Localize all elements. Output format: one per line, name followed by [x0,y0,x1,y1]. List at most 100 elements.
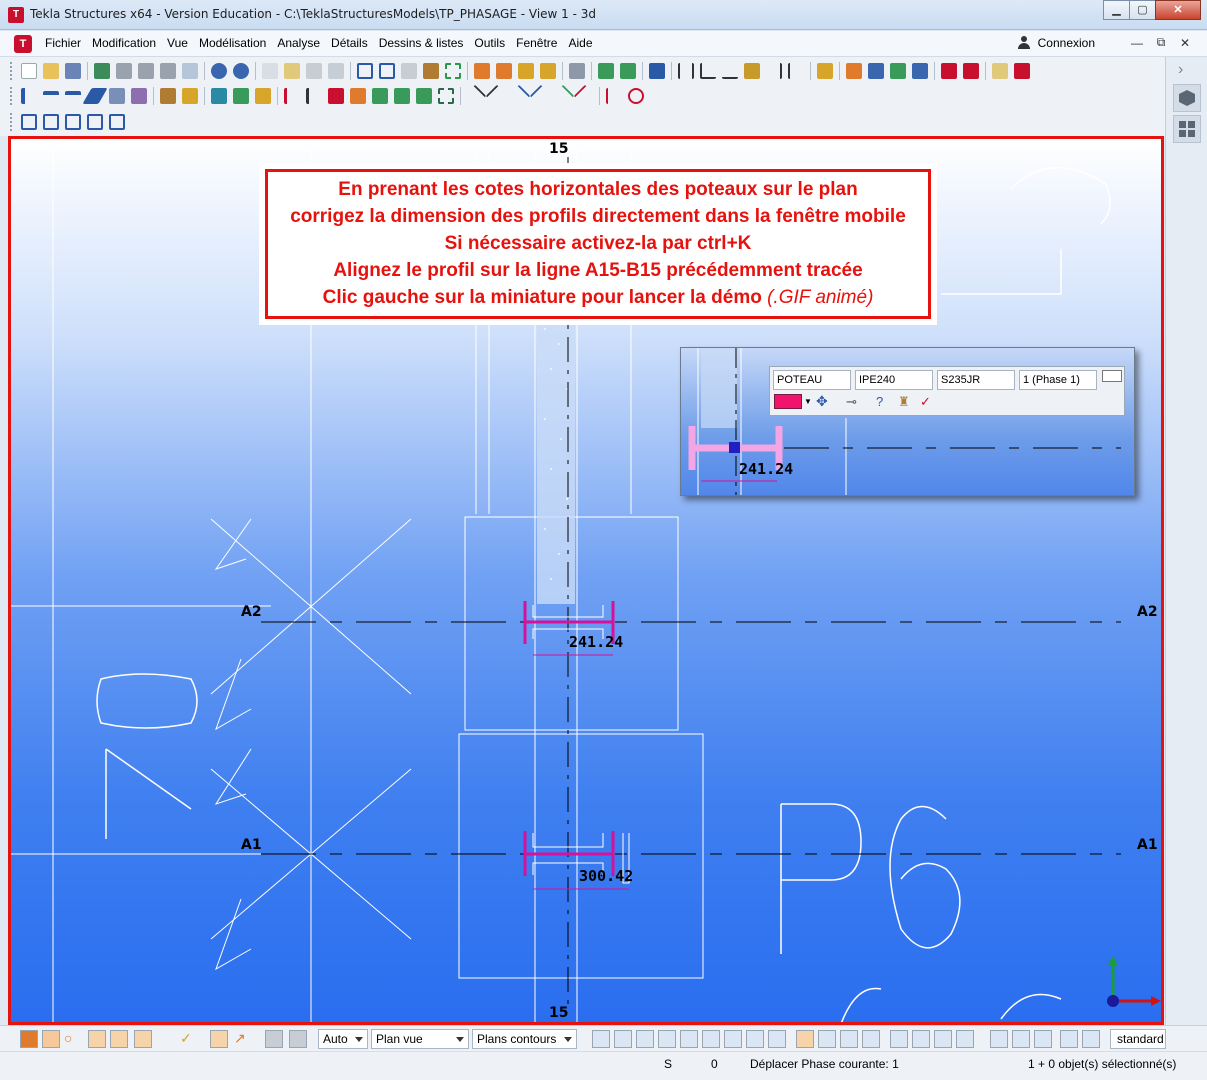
view-2-icon[interactable] [379,63,395,79]
toolbar-options-icon[interactable] [1102,370,1122,382]
mdi-close-button[interactable]: ✕ [1173,36,1197,50]
part-name-field[interactable]: POTEAU [773,370,851,390]
auto-select[interactable]: Auto [318,1029,368,1049]
snap-plane-3-icon[interactable] [912,1030,930,1048]
rebar-8-icon[interactable] [438,88,454,104]
snap-perpendicular-icon[interactable] [746,1030,764,1048]
snap-nearest-icon[interactable] [796,1030,814,1048]
instruction-box[interactable]: En prenant les cotes horizontales des po… [265,169,931,319]
menu-modelisation[interactable]: Modélisation [199,36,266,50]
snap-intersection-icon[interactable] [724,1030,742,1048]
toolbar-grip[interactable] [10,87,14,105]
snap-depth-5-icon[interactable] [1082,1030,1100,1048]
select-triangle-icon[interactable] [88,1030,106,1048]
snap-plane-2-icon[interactable] [890,1030,908,1048]
snap-depth-3-icon[interactable] [1034,1030,1052,1048]
chevron-right-icon[interactable]: › [1178,61,1183,79]
snap-geometry-icon[interactable] [614,1030,632,1048]
snap-icon[interactable] [598,63,614,79]
pick-icon[interactable] [817,63,833,79]
pointer-icon[interactable] [569,63,585,79]
component-icon[interactable] [233,88,249,104]
rebar-3-icon[interactable] [328,88,344,104]
rebar-5-icon[interactable] [372,88,388,104]
save-icon[interactable] [65,63,81,79]
part-icon[interactable] [518,63,534,79]
folder-icon[interactable] [992,63,1008,79]
snap-center-icon[interactable] [628,88,644,104]
select-filter-2-icon[interactable] [289,1030,307,1048]
rebar-2-icon[interactable] [306,88,322,104]
phase-3-icon[interactable] [890,63,906,79]
weld-icon[interactable] [474,63,490,79]
menu-modification[interactable]: Modification [92,36,156,50]
menu-dessins-listes[interactable]: Dessins & listes [379,36,464,50]
plans-contours-select[interactable]: Plans contours [472,1029,577,1049]
snap-grid-icon[interactable] [840,1030,858,1048]
rebar-6-icon[interactable] [394,88,410,104]
phase-field[interactable]: 1 (Phase 1) [1019,370,1097,390]
snap-end-icon[interactable] [658,1030,676,1048]
bolt-icon[interactable] [160,88,176,104]
close-button[interactable]: ✕ [1155,0,1201,20]
maximize-button[interactable]: ▢ [1129,0,1156,20]
weld-tool-icon[interactable] [182,88,198,104]
menu-analyse[interactable]: Analyse [277,36,320,50]
snap-reference-icon[interactable] [592,1030,610,1048]
model-3-icon[interactable] [160,63,176,79]
color-dropdown-arrow-icon[interactable]: ▼ [804,397,812,406]
snap-depth-2-icon[interactable] [1012,1030,1030,1048]
grid-icon[interactable] [211,88,227,104]
menu-fenetre[interactable]: Fenêtre [516,36,557,50]
weld-2-icon[interactable] [496,63,512,79]
slab-icon[interactable] [131,88,147,104]
rebar-icon[interactable] [284,88,300,104]
curved-beam-icon[interactable] [82,88,108,104]
toolbar-grip[interactable] [10,113,14,131]
select-filter-icon[interactable] [265,1030,283,1048]
plan-vue-select[interactable]: Plan vue [371,1029,469,1049]
model-viewport[interactable]: 15 15 A2 A2 A1 A1 241.24 300.42 En prena… [8,136,1164,1025]
tekla-app-icon[interactable]: T [8,7,24,23]
share-icon[interactable] [94,63,110,79]
phase-icon[interactable] [846,63,862,79]
mdi-restore-button[interactable]: ⧉ [1149,35,1173,50]
view-icon[interactable] [357,63,373,79]
report-icon[interactable] [328,63,344,79]
view-plane-icon[interactable] [21,114,37,130]
select-icon[interactable] [445,63,461,79]
open-icon[interactable] [43,63,59,79]
select-circle-icon[interactable]: ○ [64,1030,82,1048]
lock-icon[interactable] [941,63,957,79]
snap-depth-icon[interactable] [990,1030,1008,1048]
menu-fichier[interactable]: Fichier [45,36,81,50]
polybeam-icon[interactable] [65,91,81,107]
model-4-icon[interactable] [182,63,198,79]
material-field[interactable]: S235JR [937,370,1015,390]
snap-mid-icon[interactable] [702,1030,720,1048]
paste-icon[interactable] [284,63,300,79]
view-plane-2-icon[interactable] [43,114,59,130]
select-hourglass-icon[interactable] [210,1030,228,1048]
snap-point-icon[interactable] [606,88,622,104]
measure-6-icon[interactable] [788,63,804,79]
lock-2-icon[interactable] [963,63,979,79]
standard-select[interactable]: standard [1110,1029,1166,1049]
select-bolt-icon[interactable] [158,1030,176,1048]
snap-line-icon[interactable] [463,84,487,108]
check-icon[interactable]: ✓ [920,394,931,410]
snap-plane-4-icon[interactable] [934,1030,952,1048]
cut-icon[interactable] [423,63,439,79]
snap-point-tool-icon[interactable] [636,1030,654,1048]
select-weld-icon[interactable] [134,1030,152,1048]
plate-icon[interactable] [109,88,125,104]
panel-grid-icon[interactable] [1173,115,1201,143]
print-icon[interactable] [306,63,322,79]
move-icon[interactable]: ✥ [816,393,828,410]
concrete-icon[interactable] [255,88,271,104]
snap-plane-icon[interactable] [862,1030,880,1048]
measure-2-icon[interactable] [700,63,716,79]
snap-center-tool-icon[interactable] [680,1030,698,1048]
measure-4-icon[interactable] [744,63,760,79]
select-cross-icon[interactable] [110,1030,128,1048]
